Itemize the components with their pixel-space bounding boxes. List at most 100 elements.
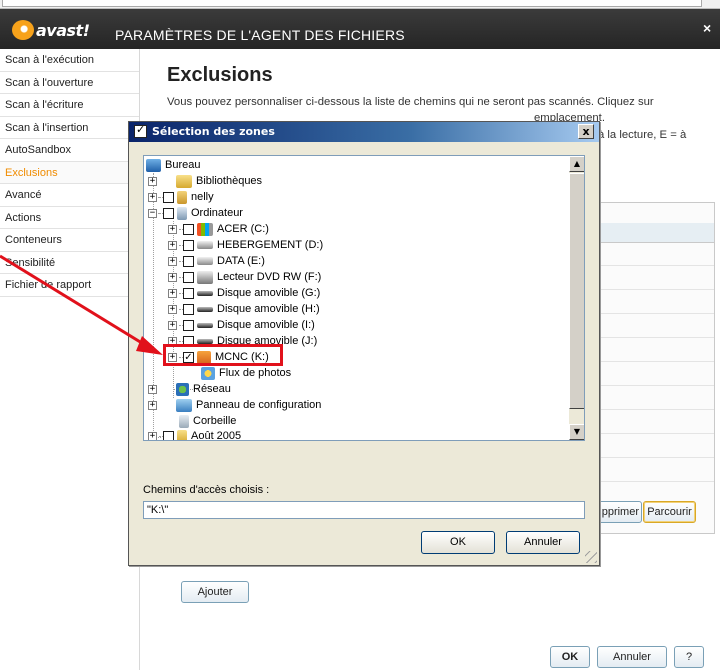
hard-drive-icon bbox=[197, 257, 213, 265]
avast-logo-icon bbox=[12, 20, 34, 40]
tree-node-label: Août 2005 bbox=[191, 430, 242, 441]
removable-drive-icon bbox=[197, 338, 213, 344]
tree-node-label: nelly bbox=[191, 191, 214, 203]
dialog-close-button[interactable]: x bbox=[578, 124, 594, 139]
libraries-icon bbox=[176, 174, 192, 188]
tree-node-ordinateur[interactable]: − Ordinateur bbox=[148, 205, 243, 221]
tree-checkbox[interactable] bbox=[183, 271, 194, 283]
expand-icon[interactable]: + bbox=[168, 288, 177, 298]
supprimer-button[interactable]: pprimer bbox=[595, 501, 642, 523]
expand-icon[interactable]: + bbox=[168, 272, 177, 282]
tree-node-amovible-h[interactable]: + Disque amovible (H:) bbox=[168, 301, 320, 317]
expand-icon[interactable]: + bbox=[168, 224, 177, 234]
expand-icon[interactable]: + bbox=[148, 400, 157, 410]
expand-icon[interactable]: + bbox=[168, 336, 177, 346]
tree-node-label: Disque amovible (I:) bbox=[217, 319, 315, 331]
expand-icon[interactable]: + bbox=[168, 304, 177, 314]
sidebar-item-scan-ouverture[interactable]: Scan à l'ouverture bbox=[0, 71, 139, 94]
expand-icon[interactable]: + bbox=[168, 352, 177, 362]
tree-checkbox[interactable] bbox=[183, 335, 194, 347]
windows-drive-icon bbox=[197, 222, 213, 236]
folder-tree: Bureau + Bibliothèques + nelly − Ordinat… bbox=[143, 155, 585, 441]
tree-node-amovible-g[interactable]: + Disque amovible (G:) bbox=[168, 285, 320, 301]
tree-node-reseau[interactable]: + Réseau bbox=[148, 381, 231, 397]
tree-node-panneau-config[interactable]: + Panneau de configuration bbox=[148, 397, 321, 413]
description-line-1: Vous pouvez personnaliser ci-dessous la … bbox=[167, 96, 654, 108]
removable-drive-icon bbox=[197, 322, 213, 328]
scrollbar-thumb[interactable] bbox=[569, 173, 584, 409]
expand-icon[interactable]: + bbox=[148, 384, 157, 394]
removable-drive-icon bbox=[197, 306, 213, 312]
tree-node-nelly[interactable]: + nelly bbox=[148, 189, 214, 205]
expand-icon[interactable]: + bbox=[168, 320, 177, 330]
hard-drive-icon bbox=[197, 241, 213, 249]
tree-checkbox[interactable] bbox=[183, 319, 194, 331]
tree-node-dvd-f[interactable]: + Lecteur DVD RW (F:) bbox=[168, 269, 321, 285]
expand-icon[interactable]: + bbox=[148, 192, 157, 202]
tree-node-data-e[interactable]: + DATA (E:) bbox=[168, 253, 265, 269]
chosen-paths-field[interactable]: "K:\" bbox=[143, 501, 585, 519]
tree-checkbox[interactable] bbox=[183, 255, 194, 267]
tree-scrollbar[interactable]: ▲ ▼ bbox=[569, 156, 584, 440]
tree-checkbox[interactable] bbox=[163, 191, 174, 203]
tree-node-label: Disque amovible (G:) bbox=[217, 287, 321, 299]
tree-node-flux-photos[interactable]: Flux de photos bbox=[201, 365, 291, 381]
dialog-title: Sélection des zones bbox=[152, 125, 275, 138]
dialog-ok-button[interactable]: OK bbox=[421, 531, 495, 554]
sidebar-item-conteneurs[interactable]: Conteneurs bbox=[0, 229, 139, 252]
tree-checkbox[interactable] bbox=[183, 303, 194, 315]
avast-logo: avast! bbox=[12, 19, 90, 41]
folder-tree-content: Bureau + Bibliothèques + nelly − Ordinat… bbox=[144, 156, 569, 441]
removable-drive-icon bbox=[197, 290, 213, 296]
parcourir-button[interactable]: Parcourir bbox=[643, 501, 696, 523]
tree-checkbox[interactable] bbox=[183, 287, 194, 299]
sidebar-item-avance[interactable]: Avancé bbox=[0, 184, 139, 207]
ok-button[interactable]: OK bbox=[550, 646, 590, 668]
tree-checkbox[interactable] bbox=[183, 223, 194, 235]
top-edge-field bbox=[2, 0, 702, 7]
tree-node-amovible-i[interactable]: + Disque amovible (I:) bbox=[168, 317, 315, 333]
tree-node-label: Disque amovible (H:) bbox=[217, 303, 320, 315]
tree-node-bureau[interactable]: Bureau bbox=[146, 157, 200, 173]
sidebar-item-sensibilite[interactable]: Sensibilité bbox=[0, 251, 139, 274]
tree-node-bibliotheques[interactable]: + Bibliothèques bbox=[148, 173, 262, 189]
collapse-icon[interactable]: − bbox=[148, 208, 157, 218]
close-window-button[interactable]: × bbox=[703, 20, 711, 36]
sidebar-item-autosandbox[interactable]: AutoSandbox bbox=[0, 139, 139, 162]
tree-node-corbeille[interactable]: Corbeille bbox=[179, 413, 236, 429]
sidebar-item-scan-execution[interactable]: Scan à l'exécution bbox=[0, 49, 139, 72]
resize-grip-icon[interactable] bbox=[585, 551, 597, 563]
tree-node-mcnc-k[interactable]: + ✓ MCNC (K:) bbox=[168, 349, 269, 365]
expand-icon[interactable]: + bbox=[168, 240, 177, 250]
expand-icon[interactable]: + bbox=[148, 176, 157, 186]
sidebar-item-scan-ecriture[interactable]: Scan à l'écriture bbox=[0, 94, 139, 117]
tree-checkbox[interactable] bbox=[183, 239, 194, 251]
tree-checkbox[interactable] bbox=[163, 207, 174, 219]
tree-node-hebergement-d[interactable]: + HEBERGEMENT (D:) bbox=[168, 237, 323, 253]
tree-node-label: Lecteur DVD RW (F:) bbox=[217, 271, 322, 283]
tree-node-label: Panneau de configuration bbox=[196, 399, 322, 411]
sidebar-item-exclusions[interactable]: Exclusions bbox=[0, 161, 139, 184]
sidebar-item-fichier-rapport[interactable]: Fichier de rapport bbox=[0, 274, 139, 297]
avast-logo-text: avast! bbox=[36, 20, 90, 40]
tree-node-aout-2005[interactable]: + Août 2005 bbox=[148, 428, 242, 441]
folder-icon bbox=[177, 429, 187, 440]
tree-checkbox-checked[interactable]: ✓ bbox=[183, 351, 194, 363]
help-button[interactable]: ? bbox=[674, 646, 704, 668]
computer-icon bbox=[177, 206, 187, 220]
tree-node-amovible-j[interactable]: + Disque amovible (J:) bbox=[168, 333, 317, 349]
annuler-button[interactable]: Annuler bbox=[597, 646, 667, 668]
dialog-cancel-button[interactable]: Annuler bbox=[506, 531, 580, 554]
scroll-up-icon[interactable]: ▲ bbox=[569, 156, 584, 172]
scroll-down-icon[interactable]: ▼ bbox=[569, 424, 584, 440]
tree-checkbox[interactable] bbox=[163, 430, 174, 440]
tree-node-label: Flux de photos bbox=[219, 367, 292, 379]
tree-node-acer-c[interactable]: + ACER (C:) bbox=[168, 221, 269, 237]
desktop-icon bbox=[146, 158, 161, 172]
expand-icon[interactable]: + bbox=[168, 256, 177, 266]
sidebar-item-actions[interactable]: Actions bbox=[0, 206, 139, 229]
sidebar-item-scan-insertion[interactable]: Scan à l'insertion bbox=[0, 116, 139, 139]
ajouter-button[interactable]: Ajouter bbox=[181, 581, 249, 603]
dialog-title-bar: Sélection des zones x bbox=[129, 122, 599, 142]
expand-icon[interactable]: + bbox=[148, 431, 157, 440]
